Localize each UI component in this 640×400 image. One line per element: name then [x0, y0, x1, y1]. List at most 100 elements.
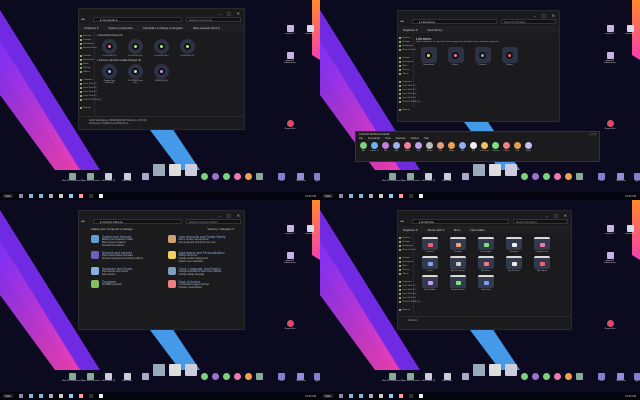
- back-button[interactable]: ◂ ▸: [400, 219, 404, 223]
- folder-item[interactable]: Favorites: [504, 237, 524, 253]
- dock-item[interactable]: [462, 373, 469, 380]
- dock-item[interactable]: New Folder (2): [102, 173, 115, 182]
- category-item[interactable]: Hardware and Sound View devices and print…: [91, 267, 158, 277]
- dock-item[interactable]: Photoshop: [616, 373, 626, 382]
- taskbar-app-icon[interactable]: [48, 394, 53, 398]
- folder-item[interactable]: Desktop: [448, 237, 468, 253]
- close-button[interactable]: ✕: [237, 11, 240, 16]
- category-link[interactable]: Choose homegroup and sharing options: [102, 258, 143, 261]
- dock-item[interactable]: [565, 373, 572, 380]
- menu-item[interactable]: File: [359, 137, 363, 141]
- toolbar-button[interactable]: Burn: [454, 228, 460, 232]
- dock-item[interactable]: [256, 173, 263, 180]
- minimize-button[interactable]: –: [219, 11, 221, 16]
- taskbar-app-icon[interactable]: [338, 194, 343, 198]
- dock-item[interactable]: [185, 164, 197, 176]
- search-input[interactable]: Search Computer: [186, 17, 241, 22]
- taskbar-app-icon[interactable]: [378, 194, 383, 198]
- taskbar-app-icon[interactable]: [398, 194, 403, 198]
- mc-button[interactable]: Protect: [502, 142, 511, 152]
- back-button[interactable]: ◂ ▸: [400, 19, 404, 23]
- toolbar-button[interactable]: Organize ▾: [84, 26, 99, 30]
- category-link[interactable]: Uninstall a program: [102, 284, 122, 287]
- minimize-button[interactable]: –: [219, 213, 221, 218]
- dock-item[interactable]: New Folder: [122, 173, 132, 182]
- taskbar-app-icon[interactable]: [408, 394, 413, 398]
- start-button[interactable]: Start: [323, 194, 333, 198]
- dock-item[interactable]: New Folder: [122, 373, 132, 382]
- taskbar-app-icon[interactable]: [338, 394, 343, 398]
- library-item[interactable]: Documents: [420, 47, 437, 66]
- category-item[interactable]: Appearance and Personalization Change the…: [167, 251, 235, 264]
- dock-item[interactable]: New Folder (2): [422, 173, 435, 182]
- taskbar-app-icon[interactable]: [348, 194, 353, 198]
- address-bar[interactable]: ▸ Libraries ▸: [412, 19, 497, 24]
- menu-item[interactable]: Tools: [385, 137, 391, 141]
- view-by[interactable]: View by: Category ▾: [207, 227, 234, 231]
- dock-item[interactable]: [521, 373, 528, 380]
- dock-item[interactable]: New Folder: [442, 373, 452, 382]
- dock-item[interactable]: [473, 164, 485, 176]
- dock-item[interactable]: New Text Document (2): [382, 173, 403, 182]
- taskbar-app-icon[interactable]: [58, 194, 63, 198]
- toolbar-button[interactable]: Map network drive ▾: [193, 26, 220, 30]
- mc-button[interactable]: Virus Scan: [480, 142, 489, 152]
- nav-item[interactable]: Network: [80, 106, 93, 110]
- close-button[interactable]: ✕: [564, 213, 567, 218]
- desktop-icon[interactable]: Recycle Bin: [280, 120, 300, 130]
- folder-item[interactable]: My Music: [476, 256, 496, 272]
- search-input[interactable]: Search Android: [513, 219, 568, 224]
- category-link[interactable]: Set up parental controls for any user: [179, 242, 226, 245]
- taskbar-app-icon[interactable]: [388, 394, 393, 398]
- toolbar-button[interactable]: New folder: [470, 228, 484, 232]
- dock-item[interactable]: [212, 173, 219, 180]
- dock-item[interactable]: New Text Document (2): [62, 173, 83, 182]
- folder-item[interactable]: Searches: [476, 275, 496, 291]
- dock-item[interactable]: [142, 173, 149, 180]
- taskbar-app-icon[interactable]: [58, 394, 63, 398]
- toolbar-button[interactable]: Share with ▾: [428, 228, 445, 232]
- dock-item[interactable]: [521, 173, 528, 180]
- nav-item[interactable]: Network: [399, 308, 412, 312]
- mc-button[interactable]: Report: [524, 142, 533, 152]
- start-button[interactable]: Start: [3, 394, 13, 398]
- dock-item[interactable]: [256, 373, 263, 380]
- desktop-icon[interactable]: Recycle Bin: [280, 320, 300, 330]
- dock-item[interactable]: [532, 373, 539, 380]
- category-item[interactable]: Ease of Access Let Windows suggest settin…: [167, 280, 235, 290]
- taskbar-app-icon[interactable]: [358, 194, 363, 198]
- drive-item[interactable]: Floppy Disk Drive (A:): [101, 64, 118, 84]
- dock-item[interactable]: New Text Document: [402, 373, 420, 382]
- drive-item[interactable]: Local Disk (F:): [179, 39, 196, 57]
- library-item[interactable]: Music: [447, 47, 464, 66]
- toolbar-button[interactable]: System properties: [109, 26, 133, 30]
- dock-item[interactable]: [543, 173, 550, 180]
- dock-item[interactable]: [223, 373, 230, 380]
- view-by-value[interactable]: Category ▾: [219, 227, 234, 231]
- taskbar-app-icon[interactable]: [378, 394, 383, 398]
- dock-item[interactable]: Apps: [634, 373, 640, 382]
- taskbar-app-icon[interactable]: [398, 394, 403, 398]
- dock-item[interactable]: Kate: [278, 373, 285, 382]
- dock-item[interactable]: New Text Document (2): [62, 373, 83, 382]
- mc-button[interactable]: View: [392, 142, 401, 152]
- desktop-icon[interactable]: Android2 Modifications: [280, 252, 300, 264]
- category-link[interactable]: Add a device: [102, 274, 132, 277]
- dock-item[interactable]: [185, 364, 197, 376]
- dock-item[interactable]: Kate: [598, 173, 605, 182]
- mc-button[interactable]: Add: [359, 142, 368, 152]
- toolbar-button[interactable]: Organize ▾: [403, 28, 418, 32]
- dock-item[interactable]: New Text Document (2): [382, 373, 403, 382]
- mc-button[interactable]: Info: [436, 142, 445, 152]
- category-link[interactable]: Optimize visual display: [179, 287, 209, 290]
- taskbar-app-icon[interactable]: [28, 194, 33, 198]
- desktop-icon[interactable]: android1 1: [600, 225, 620, 235]
- desktop-icon[interactable]: android2 1: [620, 25, 640, 35]
- folder-item[interactable]: Contacts: [420, 237, 440, 253]
- desktop-icon[interactable]: Android2 Modifications: [600, 252, 620, 264]
- desktop-icon[interactable]: android1 1: [600, 25, 620, 35]
- desktop-icon[interactable]: android2 1: [300, 225, 320, 235]
- address-bar[interactable]: ▸ Computer ▸: [93, 17, 182, 22]
- desktop-icon[interactable]: Android2 Modifications: [280, 52, 300, 64]
- dock-item[interactable]: [245, 373, 252, 380]
